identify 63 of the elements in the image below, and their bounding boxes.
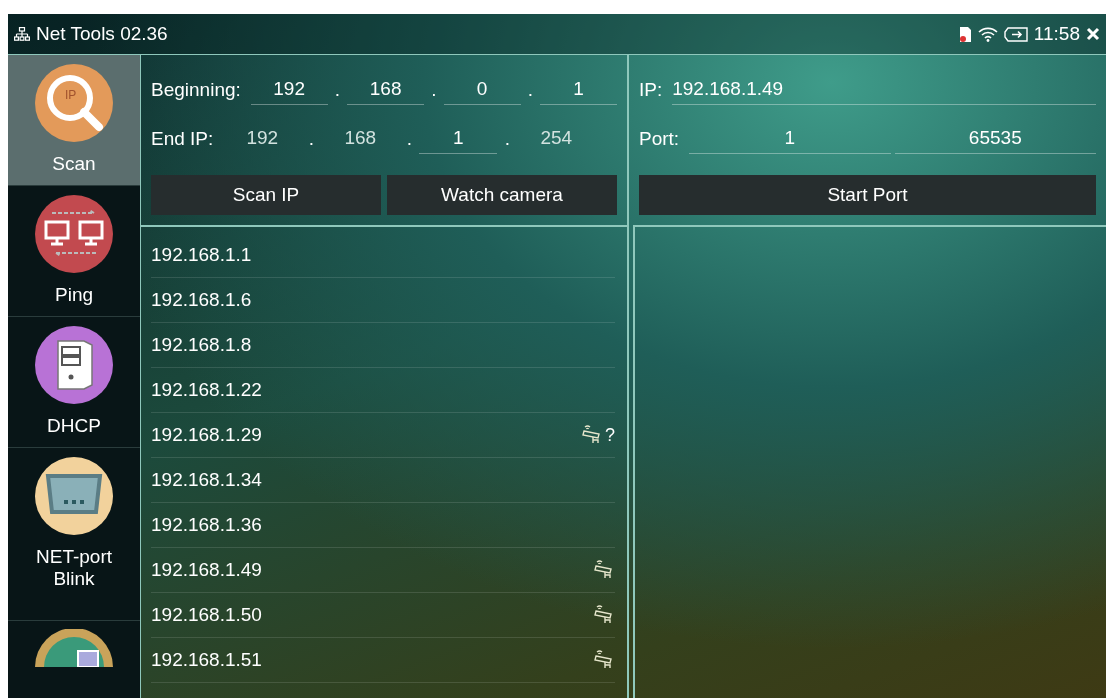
globe-icon — [34, 629, 114, 667]
octet-field[interactable]: 192 — [250, 74, 328, 105]
sidebar-label: NET-port Blink — [35, 546, 113, 590]
host-row[interactable]: 192.168.1.36 — [151, 503, 615, 548]
network-port-icon — [34, 456, 114, 536]
network-icon — [14, 27, 30, 41]
sidebar-label: Scan — [51, 153, 97, 175]
host-ip: 192.168.1.51 — [151, 649, 263, 671]
host-row[interactable]: 192.168.1.22 — [151, 368, 615, 413]
icon-label: IP — [65, 89, 77, 101]
port-field[interactable]: 1 — [689, 123, 891, 154]
sidebar-label: Ping — [54, 284, 94, 306]
unknown-mark: ? — [605, 424, 615, 446]
host-ip: 192.168.1.34 — [151, 469, 263, 491]
host-ip: 192.168.1.8 — [151, 334, 253, 356]
host-ip: 192.168.1.50 — [151, 604, 263, 626]
octet-separator: . — [405, 127, 413, 150]
sidebar-item[interactable]: IP Scan — [8, 55, 140, 186]
clock-time: 11:58 — [1033, 23, 1080, 45]
window-title: Net Tools 02.36 — [36, 23, 168, 45]
port-field[interactable]: 65535 — [894, 123, 1096, 154]
host-row[interactable]: 192.168.1.1 — [151, 233, 615, 278]
octet-field[interactable]: 0 — [443, 74, 521, 105]
field-label: Port: — [639, 127, 680, 150]
host-ip: 192.168.1.6 — [151, 289, 253, 311]
computer-tower-icon — [34, 325, 114, 405]
octet-separator: . — [526, 78, 535, 101]
host-ip: 192.168.1.22 — [151, 379, 263, 401]
start-port-button[interactable]: Start Port — [639, 175, 1096, 215]
host-row[interactable]: 192.168.1.49 — [151, 548, 615, 593]
sidebar-label: DHCP — [46, 415, 102, 437]
sd-card-icon — [958, 25, 972, 43]
octet-separator: . — [307, 127, 315, 150]
field-label: End IP: — [151, 127, 214, 150]
octet-field[interactable]: 168 — [347, 74, 424, 105]
host-row[interactable]: 192.168.1.51 — [151, 638, 615, 683]
host-row[interactable]: 192.168.1.8 — [151, 323, 615, 368]
sidebar-item[interactable]: DHCP — [8, 317, 140, 448]
host-row[interactable]: 192.168.1.29 ? — [151, 413, 615, 458]
host-ip: 192.168.1.29 — [151, 424, 263, 446]
host-ip: 192.168.1.36 — [151, 514, 263, 536]
host-row[interactable]: 192.168.1.6 — [151, 278, 615, 323]
sidebar-item[interactable]: NET-port Blink — [8, 448, 140, 621]
close-icon[interactable] — [1086, 27, 1100, 41]
battery-icon — [1003, 26, 1028, 42]
octet-field[interactable]: 1 — [419, 123, 498, 154]
host-row[interactable]: 192.168.1.50 — [151, 593, 615, 638]
host-ip: 192.168.1.1 — [151, 244, 253, 266]
computers-icon — [34, 194, 114, 274]
field-label: IP: — [639, 78, 663, 101]
ip-search-icon — [34, 63, 114, 143]
ip-field[interactable]: 192.168.1.49 — [672, 74, 1096, 105]
octet-separator: . — [333, 78, 342, 101]
host-ip: 192.168.1.49 — [151, 559, 263, 581]
octet-separator: . — [503, 127, 511, 150]
action-button[interactable]: Scan IP — [151, 175, 381, 215]
action-button[interactable]: Watch camera — [387, 175, 617, 215]
octet-separator: . — [430, 78, 438, 101]
host-row[interactable]: 192.168.1.34 — [151, 458, 615, 503]
wifi-icon — [977, 26, 998, 42]
sidebar-item[interactable]: Ping — [8, 186, 140, 317]
field-label: Beginning: — [151, 78, 241, 101]
octet-field[interactable]: 1 — [540, 74, 617, 105]
